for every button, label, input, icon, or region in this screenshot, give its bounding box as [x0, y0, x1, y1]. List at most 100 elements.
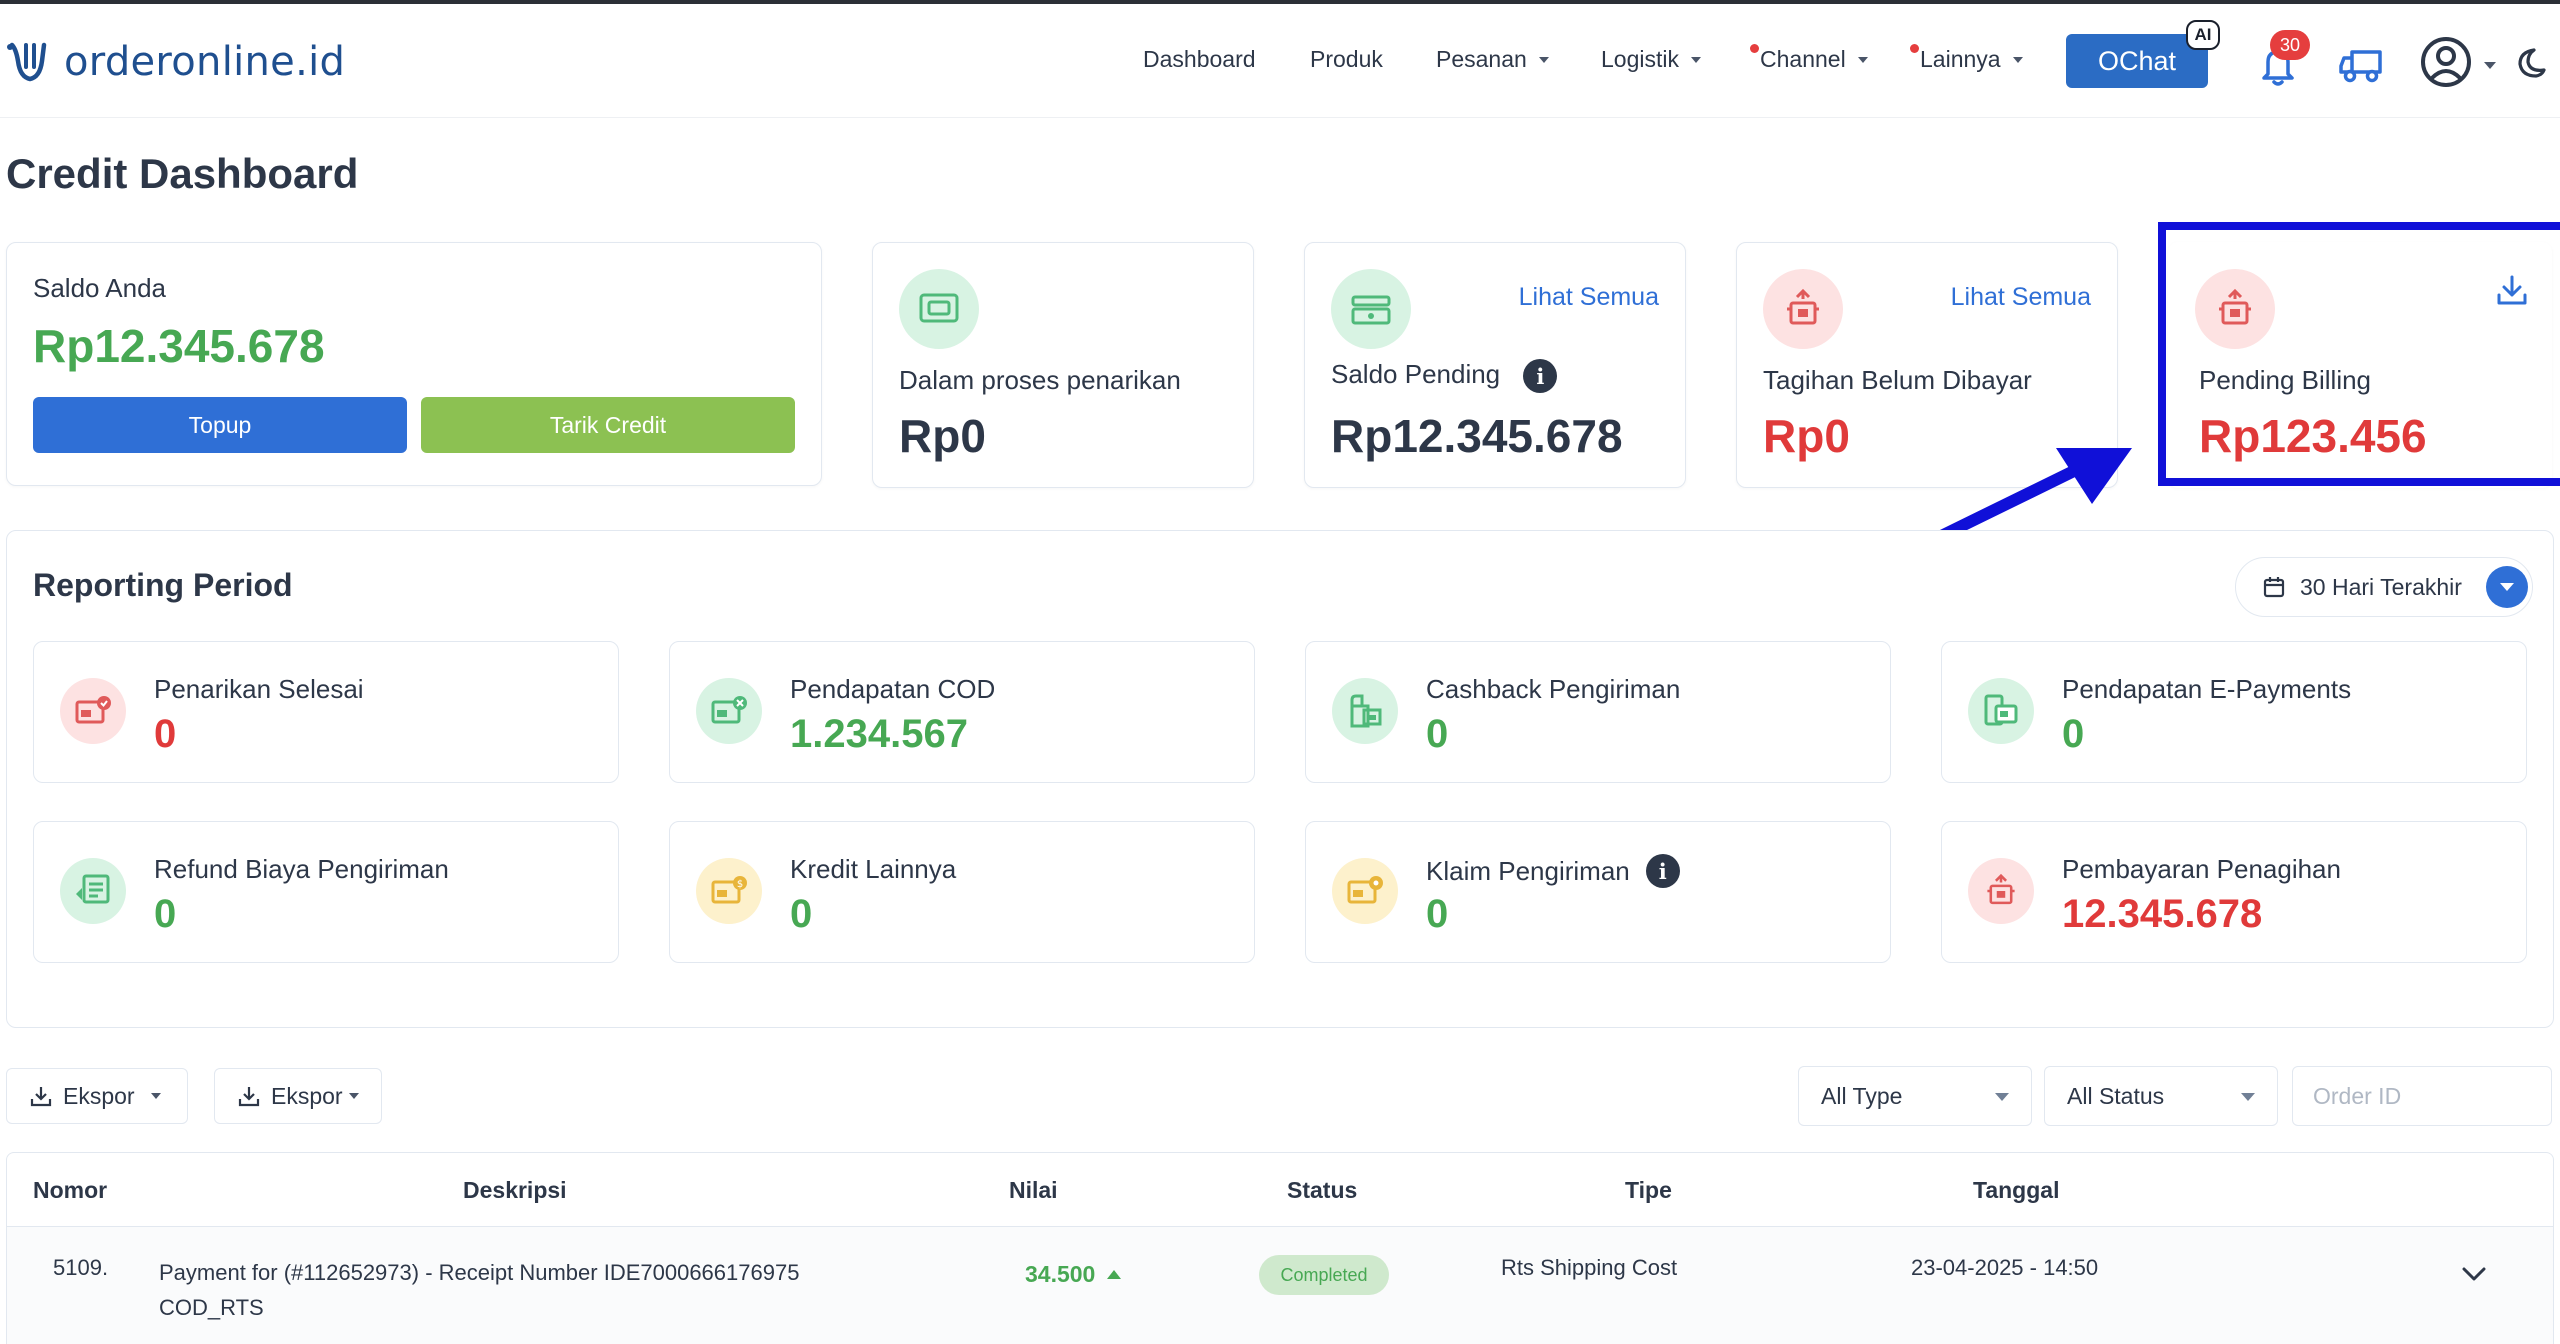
period-label: 30 Hari Terakhir	[2300, 573, 2462, 600]
stat-pendapatan-cod: Pendapatan COD 1.234.567	[669, 641, 1255, 783]
stat-label: Pendapatan E-Payments	[2062, 674, 2352, 704]
topup-button[interactable]: Topup	[33, 397, 407, 453]
svg-text:$: $	[737, 879, 743, 890]
stat-label: Cashback Pengiriman	[1426, 674, 1681, 704]
table-row[interactable]: 5109. Payment for (#112652973) - Receipt…	[7, 1227, 2553, 1344]
saldo-pending-value: Rp12.345.678	[1331, 410, 1623, 462]
caret-down-icon	[1857, 56, 1868, 63]
nav-produk[interactable]: Produk	[1310, 46, 1383, 73]
stat-label-text: Klaim Pengiriman	[1426, 855, 1630, 886]
tarik-credit-button[interactable]: Tarik Credit	[421, 397, 795, 453]
type-filter-value: All Type	[1821, 1082, 1903, 1109]
nav-lainnya[interactable]: Lainnya	[1910, 44, 2023, 73]
unpaid-bill-lihat-semua-link[interactable]: Lihat Semua	[1951, 283, 2091, 312]
epayment-icon	[1968, 678, 2034, 744]
nav-pesanan[interactable]: Pesanan	[1436, 46, 1549, 73]
stat-value: 0	[790, 892, 813, 936]
calendar-icon	[2263, 577, 2285, 598]
status-filter-select[interactable]: All Status	[2044, 1066, 2278, 1126]
stat-refund-biaya-pengiriman: Refund Biaya Pengiriman 0	[33, 821, 619, 963]
saldo-pending-lihat-semua-link[interactable]: Lihat Semua	[1519, 283, 1659, 312]
column-header-tanggal[interactable]: Tanggal	[1973, 1177, 2059, 1204]
status-badge: Completed	[1259, 1255, 1389, 1295]
nav-label: Produk	[1310, 46, 1383, 72]
nav-channel[interactable]: Channel	[1750, 44, 1868, 73]
stat-value: 0	[154, 892, 177, 936]
stat-value: 12.345.678	[2062, 892, 2263, 936]
info-icon[interactable]: i	[1523, 359, 1558, 394]
export-button-2[interactable]: Ekspor	[214, 1068, 382, 1124]
stat-label: Pembayaran Penagihan	[2062, 854, 2341, 884]
caret-down-icon[interactable]	[2484, 62, 2496, 69]
column-header-nomor[interactable]: Nomor	[33, 1177, 107, 1204]
column-header-nilai[interactable]: Nilai	[1009, 1177, 1058, 1204]
period-selector[interactable]: 30 Hari Terakhir	[2235, 557, 2533, 617]
nav-logistik[interactable]: Logistik	[1601, 46, 1701, 73]
nav-label: Channel	[1760, 46, 1846, 72]
saldo-pending-label: Saldo Pending i	[1331, 359, 1558, 394]
page-title: Credit Dashboard	[6, 150, 359, 197]
stat-pendapatan-epayments: Pendapatan E-Payments 0	[1941, 641, 2527, 783]
moon-icon[interactable]	[2512, 46, 2546, 80]
logo-cart-icon	[7, 42, 47, 82]
transactions-table: Nomor Deskripsi Nilai Status Tipe Tangga…	[6, 1152, 2554, 1344]
status-filter-value: All Status	[2067, 1082, 2165, 1109]
caret-down-icon	[1690, 56, 1701, 63]
chevron-down-icon[interactable]	[2486, 566, 2528, 608]
stat-value: 0	[1426, 892, 1449, 936]
caret-down-icon	[348, 1093, 359, 1099]
nav-label: Dashboard	[1143, 46, 1256, 72]
row-deskripsi-line: COD_RTS	[159, 1295, 264, 1320]
balance-value: Rp12.345.678	[33, 320, 325, 372]
tarik-label: Tarik Credit	[549, 411, 667, 438]
stat-cashback-pengiriman: Cashback Pengiriman 0	[1305, 641, 1891, 783]
stat-label: Refund Biaya Pengiriman	[154, 854, 449, 884]
row-deskripsi-line: Payment for (#112652973) - Receipt Numbe…	[159, 1260, 800, 1285]
nav-dashboard[interactable]: Dashboard	[1143, 46, 1256, 73]
notification-count-badge: 30	[2270, 30, 2310, 60]
card-cancel-icon	[696, 678, 762, 744]
column-header-deskripsi[interactable]: Deskripsi	[463, 1177, 567, 1204]
caret-down-icon	[2012, 56, 2023, 63]
row-tipe: Rts Shipping Cost	[1501, 1255, 1678, 1280]
withdrawal-process-card: Dalam proses penarikan Rp0	[872, 242, 1254, 488]
saldo-pending-card: Lihat Semua Saldo Pending i Rp12.345.678	[1304, 242, 1686, 488]
nav-label: Pesanan	[1436, 46, 1527, 72]
stat-penarikan-selesai: Penarikan Selesai 0	[33, 641, 619, 783]
stat-value: 0	[1426, 712, 1449, 756]
robot-bill-icon	[1763, 269, 1843, 349]
stat-value: 0	[154, 712, 177, 756]
column-header-tipe[interactable]: Tipe	[1625, 1177, 1672, 1204]
stat-value: 1.234.567	[790, 712, 968, 756]
export-button-1[interactable]: Ekspor	[6, 1068, 188, 1124]
topup-label: Topup	[188, 411, 252, 438]
row-nilai: 34.500	[1025, 1261, 1122, 1288]
column-header-status[interactable]: Status	[1287, 1177, 1357, 1204]
stat-label: Klaim Pengiriman i	[1426, 854, 1680, 888]
user-avatar-icon[interactable]	[2420, 36, 2472, 88]
claim-pin-icon	[1332, 858, 1398, 924]
stat-label: Kredit Lainnya	[790, 854, 957, 884]
truck-icon[interactable]	[2338, 46, 2386, 84]
type-filter-select[interactable]: All Type	[1798, 1066, 2032, 1126]
caret-down-icon	[1538, 56, 1549, 63]
nav-label: Lainnya	[1920, 46, 2001, 72]
row-tanggal: 23-04-2025 - 14:50	[1911, 1255, 2099, 1280]
logo-text: orderonline.id	[64, 39, 346, 85]
stat-pembayaran-penagihan: Pembayaran Penagihan 12.345.678	[1941, 821, 2527, 963]
order-id-input[interactable]	[2292, 1066, 2552, 1126]
chevron-down-icon[interactable]	[2461, 1265, 2487, 1283]
cashback-box-icon	[1332, 678, 1398, 744]
card-check-icon	[60, 678, 126, 744]
nav-label: Logistik	[1601, 46, 1679, 72]
reporting-title: Reporting Period	[33, 567, 293, 603]
saldo-pending-label-text: Saldo Pending	[1331, 359, 1501, 389]
highlight-annotation-box	[2158, 222, 2560, 486]
brand-logo[interactable]: orderonline.id	[6, 32, 345, 92]
export-label: Ekspor	[63, 1082, 135, 1109]
withdrawal-label: Dalam proses penarikan	[899, 365, 1181, 395]
new-dot-indicator	[1910, 44, 1919, 53]
info-icon[interactable]: i	[1645, 854, 1680, 888]
export-label: Ekspor	[271, 1082, 343, 1109]
ai-badge-label: AI	[2194, 25, 2212, 44]
